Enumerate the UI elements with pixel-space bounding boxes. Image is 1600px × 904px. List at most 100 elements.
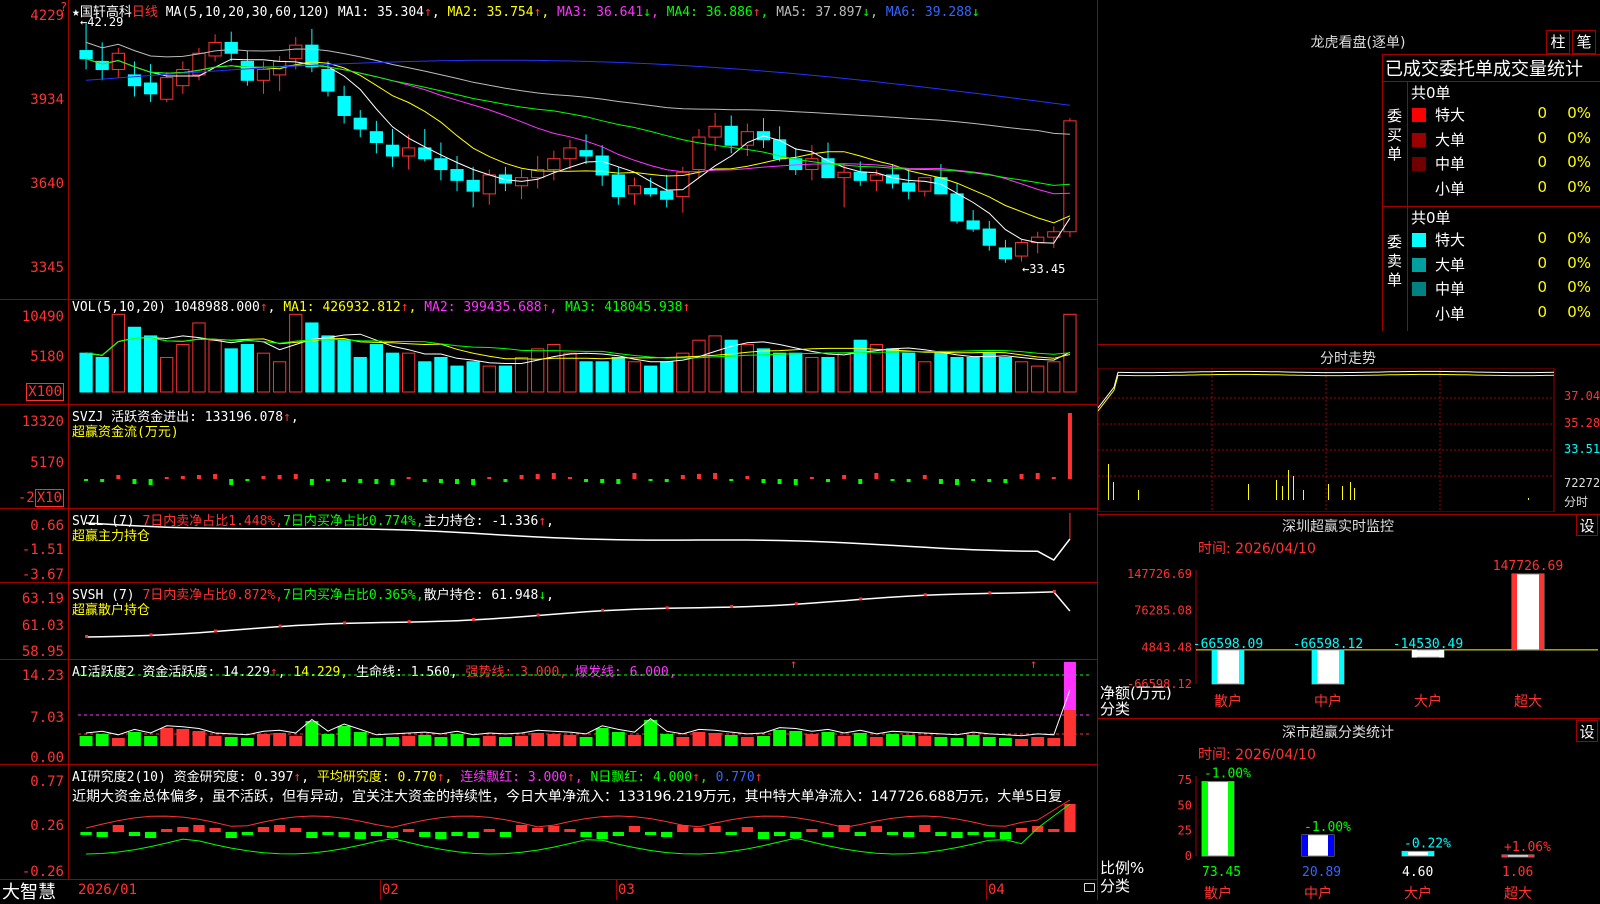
svzj-bar	[148, 479, 153, 485]
candlestick-chart[interactable]	[70, 0, 1096, 299]
main-chart-area[interactable]: ? 4229 3934 3640 3345 ★国轩高科日线 MA(5,10,20…	[0, 0, 1098, 903]
volume-bar	[434, 356, 448, 393]
ai-research-chart[interactable]	[70, 800, 1096, 879]
svzj-bar	[438, 479, 443, 483]
svzj-bar	[164, 477, 169, 479]
panel-divider	[1098, 344, 1600, 345]
monitor-bar-edge	[1312, 649, 1317, 684]
svsh-dot	[730, 605, 734, 609]
candle-body	[579, 150, 593, 157]
ai-active-bar	[869, 737, 883, 746]
volume-bar	[692, 339, 706, 393]
intraday-axis-tick: 33.51	[1564, 442, 1600, 456]
volume-bar	[256, 352, 271, 393]
intraday-axis-tick: 35.28	[1564, 416, 1600, 430]
ai-research-bar	[854, 832, 866, 836]
sell-row-pct: 0%	[1567, 253, 1591, 272]
volume-bar	[385, 352, 400, 393]
dragon-tick-button[interactable]: 笔	[1572, 30, 1596, 54]
ai-active-bar	[1015, 739, 1028, 746]
svzl-line	[86, 522, 1071, 561]
date-axis-tick: 02	[382, 882, 399, 898]
ai-research-bar	[112, 825, 124, 832]
svzl-chart[interactable]	[70, 509, 1096, 582]
volume-bar	[950, 356, 964, 393]
volume-chart[interactable]	[70, 310, 1096, 404]
svzj-axis-tick: 13320	[21, 414, 64, 430]
svzj-bar	[455, 479, 460, 484]
volume-bar	[224, 348, 238, 393]
panel-divider	[0, 764, 1098, 765]
ai-active-bar	[821, 732, 835, 746]
ma1-line	[85, 58, 1071, 244]
svsh-dot	[1052, 589, 1056, 593]
svzj-bar	[761, 479, 766, 483]
svzj-chart[interactable]	[70, 405, 1096, 507]
volume-bar	[1047, 361, 1061, 393]
svzj-bar	[777, 479, 782, 484]
svsh-dot	[278, 624, 282, 628]
ai-active-chart[interactable]: ↑ ↑	[70, 660, 1096, 764]
svzj-bar	[180, 476, 185, 479]
ai-research-bar	[790, 832, 802, 838]
monitor-bar-edge	[1539, 574, 1544, 650]
class-axis-tick: 50	[1178, 798, 1192, 812]
lock-icon[interactable]	[1084, 883, 1095, 892]
sell-row-name: 大单	[1435, 255, 1466, 274]
ai-active-bar	[886, 734, 899, 746]
volume-bar	[160, 356, 174, 393]
buy-row-name: 小单	[1435, 179, 1466, 198]
ai-research-bar	[467, 832, 479, 838]
intraday-frame[interactable]	[1098, 368, 1562, 512]
volume-bar	[805, 356, 819, 393]
svsh-line	[86, 591, 1071, 638]
intraday-volume-bar	[1248, 484, 1249, 500]
volume-bar	[369, 344, 384, 393]
dragon-bar-button[interactable]: 柱	[1546, 30, 1570, 54]
sz-class-settings-button[interactable]: 设	[1576, 720, 1598, 742]
ai-research-red-line	[85, 800, 1071, 829]
right-panel: 龙虎看盘(逐单) 柱 笔 已成交委托单成交量统计 委买单 共0单 委卖单 共0单…	[1098, 0, 1600, 900]
buy-row-name: 大单	[1435, 130, 1466, 149]
ai-active-bar	[450, 734, 464, 746]
volume-bar	[531, 348, 545, 393]
svzj-bar	[664, 479, 669, 482]
svzj-bar	[390, 479, 395, 485]
sz-monitor-chart[interactable]: 147726.69 76285.08 4843.48 -66598.12 -66598.…	[1098, 556, 1600, 716]
svzj-bar	[1051, 477, 1056, 479]
intraday-volume-bar	[1303, 490, 1304, 500]
ai-research-red: 连续飘红: 3.000	[460, 770, 567, 785]
buy-row-count: 0	[1537, 104, 1547, 122]
ai-active-bar	[1047, 738, 1061, 746]
buy-row-swatch	[1412, 108, 1426, 122]
ai-research-bar	[386, 832, 399, 838]
bar-axis-tick: 4843.48	[1141, 640, 1192, 654]
candle-body	[1063, 120, 1077, 233]
volume-bar	[240, 344, 254, 393]
volume-bar	[966, 356, 980, 393]
ai-active-bar	[289, 736, 303, 746]
bar-axis-tick: 76285.08	[1134, 604, 1192, 618]
svzj-bar	[471, 479, 476, 485]
intraday-chart[interactable]	[1098, 368, 1562, 512]
volume-bar	[353, 356, 367, 393]
ai-active-bar	[724, 735, 738, 746]
ai-research-bar	[128, 832, 141, 836]
svzj-bar	[696, 474, 701, 479]
sz-class-chart[interactable]: 75 50 25 0 -1.00% 73.45 散户 -1.00% 20.89 中户 -0.22% 4…	[1098, 764, 1600, 900]
ai-active-bar	[402, 736, 416, 746]
ai-active-bar	[128, 732, 141, 746]
volume-bar	[708, 335, 722, 393]
ai-active-bar	[837, 736, 851, 746]
ai-research-axis-tick: 0.77	[30, 774, 64, 790]
sz-monitor-settings-button[interactable]: 设	[1576, 514, 1598, 536]
svzj-bar	[326, 479, 330, 481]
ma5-line	[85, 41, 1070, 135]
ai-active-bar	[337, 726, 351, 746]
svzj-bar	[906, 479, 911, 482]
bar-category-label: 中户	[1314, 693, 1342, 710]
sz-monitor-time: 时间: 2026/04/10	[1198, 541, 1316, 557]
ai-research-avg: 平均研究度: 0.770	[316, 770, 437, 785]
svsh-chart[interactable]	[70, 583, 1096, 659]
svzj-bar	[987, 479, 992, 482]
